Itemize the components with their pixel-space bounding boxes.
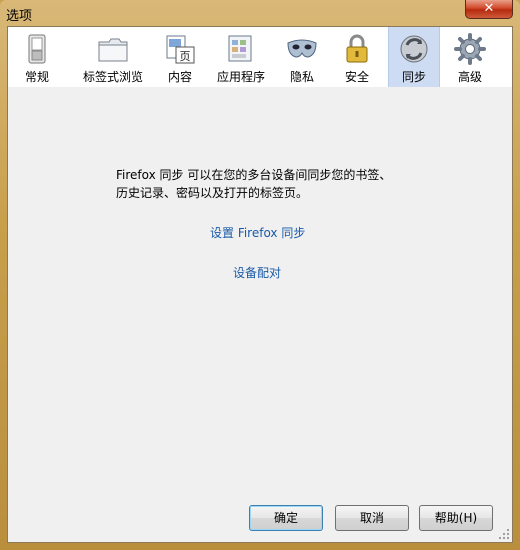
page-content-icon: 页 xyxy=(166,35,195,64)
tab-label: 标签式浏览 xyxy=(82,70,143,84)
preferences-toolbar: 常规 标签式浏览 页 内容 应用程序 隐私 安全 同步 高级 xyxy=(8,27,512,88)
tab-label: 安全 xyxy=(344,70,369,84)
tab-privacy[interactable]: 隐私 xyxy=(280,27,324,87)
tab-label: 应用程序 xyxy=(216,70,265,84)
sync-icon xyxy=(400,35,428,63)
tab-content[interactable]: 页 内容 xyxy=(157,27,203,87)
tabs-folder-icon xyxy=(98,38,128,62)
ok-button[interactable]: 确定 xyxy=(249,505,323,531)
tab-label: 高级 xyxy=(457,70,482,84)
window-title: 选项 xyxy=(6,9,33,24)
tab-label: 常规 xyxy=(24,70,49,84)
tab-advanced[interactable]: 高级 xyxy=(446,27,494,87)
setup-sync-link[interactable]: 设置 Firefox 同步 xyxy=(210,224,305,241)
sync-panel: Firefox 同步 可以在您的多台设备间同步您的书签、 历史记录、密码以及打开… xyxy=(8,87,512,542)
svg-text:页: 页 xyxy=(180,50,191,63)
switch-icon xyxy=(28,34,46,64)
close-icon: ✕ xyxy=(483,1,495,16)
mask-icon xyxy=(287,39,317,58)
gear-icon xyxy=(454,33,486,65)
tab-tabs[interactable]: 标签式浏览 xyxy=(77,27,149,87)
tab-label: 隐私 xyxy=(289,70,314,84)
sync-description-line: 历史记录、密码以及打开的标签页。 xyxy=(116,186,309,200)
resize-grip-icon[interactable] xyxy=(498,528,510,540)
tab-sync[interactable]: 同步 xyxy=(388,27,440,87)
tab-security[interactable]: 安全 xyxy=(334,27,380,87)
title-bar[interactable]: 选项 ✕ xyxy=(0,0,520,26)
client-area: 常规 标签式浏览 页 内容 应用程序 隐私 安全 同步 高级 Firefox 同… xyxy=(7,26,513,543)
tab-label: 内容 xyxy=(167,70,192,84)
padlock-icon xyxy=(346,34,368,63)
cancel-button[interactable]: 取消 xyxy=(335,505,409,531)
options-window: 选项 ✕ 常规 标签式浏览 页 内容 应用程序 隐私 安全 同步 高级 Fire… xyxy=(0,0,520,550)
tab-general[interactable]: 常规 xyxy=(8,27,66,87)
applications-icon xyxy=(228,35,252,62)
tab-applications[interactable]: 应用程序 xyxy=(212,27,270,87)
help-button[interactable]: 帮助(H) xyxy=(419,505,493,531)
sync-description: Firefox 同步 可以在您的多台设备间同步您的书签、 历史记录、密码以及打开… xyxy=(116,166,416,202)
sync-description-line: Firefox 同步 可以在您的多台设备间同步您的书签、 xyxy=(116,168,392,182)
tab-label: 同步 xyxy=(401,70,426,84)
close-button[interactable]: ✕ xyxy=(465,0,513,19)
pair-device-link[interactable]: 设备配对 xyxy=(233,264,281,281)
